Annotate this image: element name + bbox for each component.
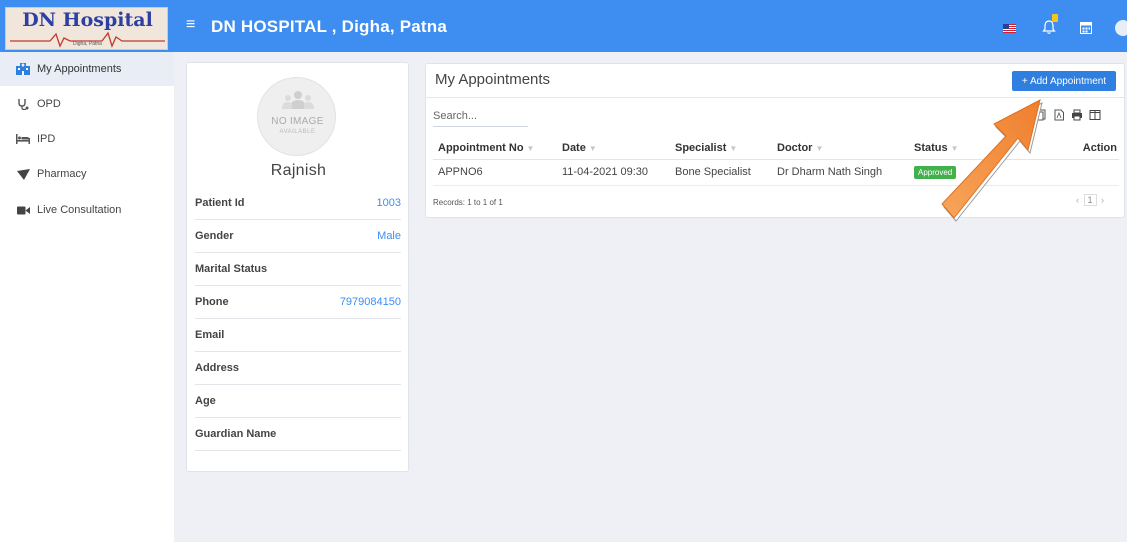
logo-subtitle: Digha, Patna	[73, 41, 102, 47]
sort-icon: ▼	[815, 143, 824, 153]
info-label: Guardian Name	[195, 428, 277, 440]
annotation-arrow-icon	[941, 99, 1043, 222]
footer-strip	[0, 542, 1127, 556]
column-header-action: Action	[1039, 137, 1119, 160]
info-label: Gender	[195, 230, 234, 242]
cell-doctor: Dr Dharm Nath Singh	[772, 159, 909, 186]
info-label: Age	[195, 395, 216, 407]
cell-date: 11-04-2021 09:30	[557, 159, 670, 186]
info-row-phone: Phone 7979084150	[195, 286, 401, 319]
print-icon[interactable]	[1071, 109, 1083, 121]
info-value: Male	[377, 230, 401, 242]
records-info: Records: 1 to 1 of 1	[433, 198, 503, 207]
info-label: Email	[195, 329, 225, 341]
patient-name: Rajnish	[270, 162, 327, 179]
profile-photo-placeholder: NO IMAGE AVAILABLE	[257, 77, 336, 156]
no-image-text: NO IMAGE	[271, 116, 324, 127]
pill-icon	[16, 168, 30, 180]
info-row-age: Age	[195, 385, 401, 418]
info-row-guardian-name: Guardian Name	[195, 418, 401, 451]
sidebar-item-label: OPD	[37, 98, 61, 110]
info-value: 7979084150	[339, 296, 401, 308]
sidebar-item-my-appointments[interactable]: My Appointments	[0, 52, 174, 86]
bed-icon	[16, 133, 30, 145]
patient-profile-card: NO IMAGE AVAILABLE Rajnish Patient Id 10…	[186, 62, 409, 472]
info-value: 1003	[376, 197, 401, 209]
video-camera-icon	[16, 204, 30, 216]
app-root: DN Hospital Digha, Patna ≡ DN HOSPITAL ,…	[0, 0, 1127, 556]
sidebar-item-ipd[interactable]: IPD	[0, 122, 174, 156]
page-number-button[interactable]: 1	[1083, 194, 1097, 206]
next-page-button[interactable]: ›	[1101, 195, 1104, 205]
column-header-specialist[interactable]: Specialist ▼	[670, 137, 772, 160]
no-image-subtext: AVAILABLE	[279, 129, 316, 135]
info-row-marital-status: Marital Status	[195, 253, 401, 286]
sort-icon: ▼	[729, 143, 738, 153]
people-icon	[282, 91, 314, 109]
info-row-email: Email	[195, 319, 401, 352]
calendar-icon[interactable]	[1080, 21, 1092, 34]
sidebar: My Appointments OPD IPD Pharmacy Live Co…	[0, 52, 174, 556]
pagination: ‹ 1 ›	[1076, 194, 1104, 206]
sidebar-item-label: Live Consultation	[37, 204, 122, 216]
us-flag-icon[interactable]	[1003, 24, 1016, 33]
info-row-gender: Gender Male	[195, 220, 401, 253]
sort-icon: ▼	[526, 143, 535, 153]
cell-specialist: Bone Specialist	[670, 159, 772, 186]
top-navbar: DN Hospital Digha, Patna ≡ DN HOSPITAL ,…	[0, 0, 1127, 52]
sidebar-item-label: Pharmacy	[37, 168, 87, 180]
add-appointment-button[interactable]: + Add Appointment	[1012, 71, 1116, 91]
hospital-title: DN HOSPITAL , Digha, Patna	[211, 17, 447, 36]
sidebar-item-opd[interactable]: OPD	[0, 87, 174, 121]
hospital-logo[interactable]: DN Hospital Digha, Patna	[5, 7, 168, 50]
hospital-icon	[16, 63, 30, 75]
search-input[interactable]	[433, 105, 528, 127]
column-header-appointment-no[interactable]: Appointment No ▼	[433, 137, 557, 160]
menu-toggle-icon[interactable]: ≡	[186, 17, 195, 33]
cell-action	[1039, 159, 1119, 186]
info-label: Phone	[195, 296, 229, 308]
info-label: Address	[195, 362, 240, 374]
info-row-patient-id: Patient Id 1003	[195, 187, 401, 220]
pdf-icon[interactable]	[1053, 109, 1065, 121]
info-label: Patient Id	[195, 197, 245, 209]
sidebar-item-live-consultation[interactable]: Live Consultation	[0, 193, 174, 227]
columns-icon[interactable]	[1089, 109, 1101, 121]
column-header-date[interactable]: Date ▼	[557, 137, 670, 160]
notification-badge	[1052, 14, 1058, 22]
appointments-title: My Appointments	[435, 71, 551, 88]
cell-appointment-no: APPNO6	[433, 159, 557, 186]
info-row-address: Address	[195, 352, 401, 385]
sort-icon: ▼	[588, 143, 597, 153]
sidebar-item-label: IPD	[37, 133, 56, 145]
prev-page-button[interactable]: ‹	[1076, 195, 1079, 205]
column-header-doctor[interactable]: Doctor ▼	[772, 137, 909, 160]
user-avatar-icon[interactable]	[1115, 20, 1127, 36]
info-label: Marital Status	[195, 263, 268, 275]
sidebar-item-pharmacy[interactable]: Pharmacy	[0, 157, 174, 191]
sidebar-item-label: My Appointments	[37, 63, 122, 75]
stethoscope-icon	[16, 98, 30, 110]
logo-title: DN Hospital	[22, 9, 153, 31]
